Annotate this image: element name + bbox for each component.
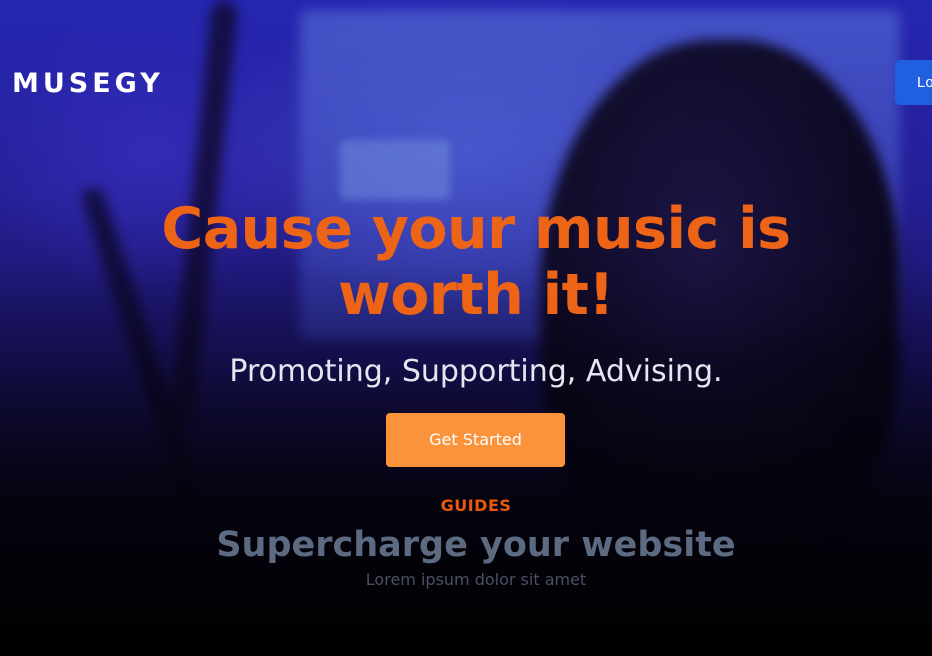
login-button[interactable]: Lo xyxy=(895,60,932,105)
guides-section-title: Supercharge your website xyxy=(216,525,736,565)
guides-section-subtitle: Lorem ipsum dolor sit amet xyxy=(365,570,587,589)
hero-headline-line2: worth it! xyxy=(338,262,614,328)
brand-logo[interactable]: MUSEGY xyxy=(12,68,164,99)
hero-headline-line1: Cause your music is xyxy=(161,196,791,262)
guides-section-label: GUIDES xyxy=(440,496,512,515)
get-started-button[interactable]: Get Started xyxy=(386,413,565,467)
hero-section: MUSEGY Lo Cause your music is worth it! … xyxy=(0,0,932,656)
hero-headline: Cause your music is worth it! xyxy=(0,196,932,328)
hero-subheadline: Promoting, Supporting, Advising. xyxy=(229,354,723,389)
